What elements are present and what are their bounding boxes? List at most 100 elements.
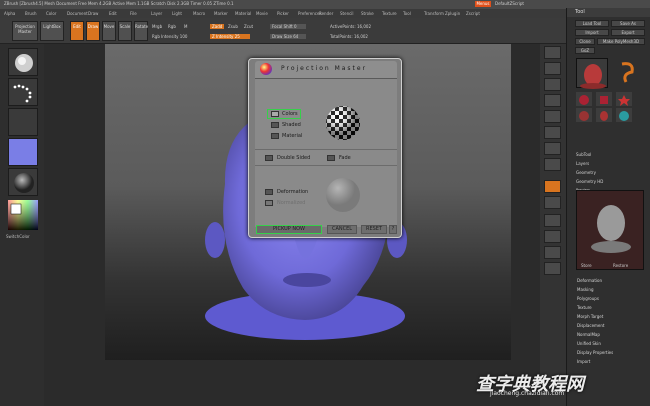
- subpalette-import[interactable]: Import: [577, 359, 590, 364]
- tool-thumb-3[interactable]: [616, 92, 632, 106]
- default-zscript-button[interactable]: DefaultZScript: [495, 1, 524, 6]
- rgb-toggle[interactable]: Rgb: [168, 24, 176, 29]
- help-button[interactable]: ?: [389, 225, 397, 234]
- make-polymesh-button[interactable]: Make PolyMesh3D: [597, 38, 645, 45]
- simple-brush-thumbnail[interactable]: [612, 58, 644, 88]
- preview-store-button[interactable]: Store: [581, 263, 592, 268]
- goz-button[interactable]: GoZ: [575, 47, 595, 54]
- tool-thumb-1[interactable]: [576, 92, 592, 106]
- subpalette-polygroups[interactable]: Polygroups: [577, 296, 599, 301]
- menu-document[interactable]: Document: [67, 11, 88, 16]
- actual-button[interactable]: [544, 110, 561, 123]
- texture-thumbnail[interactable]: [8, 138, 38, 166]
- menu-picker[interactable]: Picker: [277, 11, 289, 16]
- geometry-section[interactable]: Geometry: [576, 170, 596, 175]
- lightbox-button[interactable]: LightBox: [40, 21, 64, 41]
- stroke-thumbnail[interactable]: [8, 78, 38, 106]
- zsub-toggle[interactable]: Zsub: [228, 24, 238, 29]
- menu-light[interactable]: Light: [172, 11, 182, 16]
- menu-stencil[interactable]: Stencil: [340, 11, 354, 16]
- tool-preview[interactable]: Store Restore: [576, 190, 644, 270]
- double-sided-checkbox[interactable]: [265, 155, 273, 161]
- subtool-section[interactable]: SubTool: [576, 152, 591, 157]
- scroll-button[interactable]: [544, 78, 561, 91]
- save-as-button[interactable]: Save As: [611, 20, 645, 27]
- tool-thumb-6[interactable]: [616, 108, 632, 122]
- mrgb-toggle[interactable]: Mrgb: [152, 24, 162, 29]
- pickup-now-button[interactable]: PICKUP NOW: [256, 225, 322, 234]
- subpalette-normalmap[interactable]: NormalMap: [577, 332, 600, 337]
- brush-thumbnail[interactable]: [8, 48, 38, 76]
- move-view-button[interactable]: [544, 230, 561, 243]
- menu-preferences[interactable]: Preferences: [298, 11, 322, 16]
- tool-thumb-4[interactable]: [576, 108, 592, 122]
- persp-button[interactable]: [544, 142, 561, 155]
- subpalette-unified-skin[interactable]: Unified Skin: [577, 341, 601, 346]
- fade-checkbox[interactable]: [327, 155, 335, 161]
- clone-button[interactable]: Clone: [575, 38, 595, 45]
- scale-button[interactable]: Scale: [118, 21, 132, 41]
- menu-edit[interactable]: Edit: [109, 11, 117, 16]
- rgb-intensity-slider[interactable]: Rgb Intensity 100: [152, 34, 187, 39]
- frame-button[interactable]: [544, 214, 561, 227]
- shaded-checkbox[interactable]: [271, 122, 279, 128]
- geometry-hd-section[interactable]: Geometry HD: [576, 179, 603, 184]
- reset-button[interactable]: RESET: [361, 225, 387, 234]
- projection-master-button[interactable]: Projection Master: [12, 21, 38, 41]
- import-button[interactable]: Import: [575, 29, 609, 36]
- tool-thumb-2[interactable]: [596, 92, 612, 106]
- tool-thumb-5[interactable]: [596, 108, 612, 122]
- tool-palette-header[interactable]: Tool: [567, 8, 650, 17]
- cancel-button[interactable]: CANCEL: [327, 225, 357, 234]
- floor-button[interactable]: [544, 158, 561, 171]
- bpr-button[interactable]: [544, 46, 561, 59]
- menu-texture[interactable]: Texture: [382, 11, 397, 16]
- alpha-thumbnail[interactable]: [8, 108, 38, 136]
- menu-tool[interactable]: Tool: [403, 11, 411, 16]
- material-thumbnail[interactable]: [8, 168, 38, 196]
- deformation-checkbox[interactable]: [265, 189, 273, 195]
- rotate-button[interactable]: Rotate: [134, 21, 148, 41]
- scale-view-button[interactable]: [544, 246, 561, 259]
- draw-button[interactable]: Draw: [86, 21, 100, 41]
- menu-transform[interactable]: Transform: [424, 11, 444, 16]
- menu-macro[interactable]: Macro: [193, 11, 205, 16]
- menu-zplugin[interactable]: Zplugin: [445, 11, 460, 16]
- spix-button[interactable]: [544, 62, 561, 75]
- export-button[interactable]: Export: [611, 29, 645, 36]
- menu-layer[interactable]: Layer: [151, 11, 162, 16]
- zcut-toggle[interactable]: Zcut: [244, 24, 253, 29]
- subpalette-displacement[interactable]: Displacement: [577, 323, 605, 328]
- subpalette-display-properties[interactable]: Display Properties: [577, 350, 613, 355]
- subpalette-deformation[interactable]: Deformation: [577, 278, 602, 283]
- aahalf-button[interactable]: [544, 126, 561, 139]
- rotate-view-button[interactable]: [544, 262, 561, 275]
- load-tool-button[interactable]: Load Tool: [575, 20, 609, 27]
- layers-section[interactable]: Layers: [576, 161, 589, 166]
- switch-color-label[interactable]: SwitchColor: [6, 234, 30, 239]
- menu-zscript[interactable]: Zscript: [466, 11, 480, 16]
- material-checkbox[interactable]: [271, 133, 279, 139]
- m-toggle[interactable]: M: [184, 24, 187, 29]
- menus-toggle-button[interactable]: Menus: [475, 1, 491, 7]
- edit-button[interactable]: Edit: [70, 21, 84, 41]
- menu-color[interactable]: Color: [46, 11, 56, 16]
- colors-checkbox[interactable]: [271, 111, 279, 117]
- menu-file[interactable]: File: [130, 11, 137, 16]
- current-tool-thumbnail[interactable]: [576, 58, 608, 89]
- color-picker[interactable]: [8, 200, 38, 230]
- menu-alpha[interactable]: Alpha: [4, 11, 15, 16]
- menu-movie[interactable]: Movie: [256, 11, 268, 16]
- preview-restore-button[interactable]: Restore: [613, 263, 628, 268]
- menu-brush[interactable]: Brush: [25, 11, 37, 16]
- menu-render[interactable]: Render: [319, 11, 333, 16]
- menu-stroke[interactable]: Stroke: [361, 11, 374, 16]
- move-button[interactable]: Move: [102, 21, 116, 41]
- subpalette-morph-target[interactable]: Morph Target: [577, 314, 603, 319]
- menu-draw[interactable]: Draw: [88, 11, 98, 16]
- menu-material[interactable]: Material: [235, 11, 251, 16]
- subpalette-texture[interactable]: Texture: [577, 305, 592, 310]
- xyz-button[interactable]: [544, 196, 561, 209]
- zoom-button[interactable]: [544, 94, 561, 107]
- normalized-checkbox[interactable]: [265, 200, 273, 206]
